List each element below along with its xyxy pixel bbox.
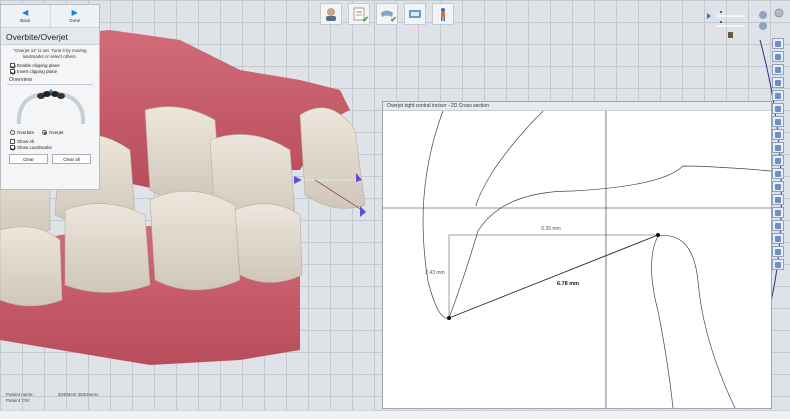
done-label: Done — [69, 18, 81, 23]
diagonal-measure-line — [448, 234, 659, 319]
horizontal-distance-label: 6.35 mm — [541, 226, 560, 232]
view-left-icon — [775, 66, 781, 73]
measure-button[interactable] — [772, 220, 784, 231]
settings-button[interactable] — [772, 259, 784, 270]
checkbox-box[interactable] — [10, 62, 15, 68]
patient-id-label: Patient 'ON' — [6, 398, 30, 403]
patient-name-value: 3DEMent 3DEDemo — [57, 392, 99, 397]
view-bottom-button[interactable] — [772, 103, 784, 114]
view-top-icon — [775, 92, 781, 99]
done-arrow-icon: ▶ — [71, 8, 78, 17]
check-icon: ✔ — [390, 15, 397, 24]
view-right-icon — [775, 79, 781, 86]
tooth-button[interactable] — [772, 142, 784, 153]
transparency-icon — [775, 131, 781, 138]
upper-jaw-icon — [775, 170, 781, 177]
nav-row: ◀ Back ▶ Done — [1, 5, 99, 27]
overview-heading: Overview — [9, 77, 32, 83]
radio-dot[interactable] — [10, 130, 15, 135]
tool-panel: ◀ Back ▶ Done Overbite/Overjet "Overjet … — [0, 4, 100, 190]
check-icon: ✔ — [362, 15, 369, 24]
lower-incisor-inner — [651, 235, 674, 408]
view-right-button[interactable] — [772, 77, 784, 88]
view-iso-button[interactable] — [772, 116, 784, 127]
back-button[interactable]: ◀ Back — [1, 5, 51, 27]
camera-button[interactable] — [772, 207, 784, 218]
lower-jaw-icon — [775, 183, 781, 190]
bite-check-icon — [409, 10, 421, 18]
back-label: Back — [20, 18, 31, 23]
upper-incisor-contour — [475, 111, 544, 207]
checkbox-box[interactable] — [10, 144, 15, 150]
dental-arch-icon — [16, 89, 86, 125]
figure-tool-button[interactable] — [432, 3, 454, 25]
overjet-label: Overjet — [49, 130, 64, 135]
analysis-tool-button[interactable] — [404, 3, 426, 25]
scan-tool-button[interactable]: ✔ — [376, 3, 398, 25]
vertical-distance-label: 2.43 mm — [425, 270, 444, 276]
status-row: Patient 'ON' — [6, 398, 376, 404]
overbite-radio[interactable]: Overbite — [10, 130, 34, 135]
view-iso-icon — [775, 118, 781, 125]
measure-icon — [775, 222, 781, 229]
clear-all-button[interactable]: Clear all — [52, 154, 91, 164]
landmark-point[interactable] — [447, 316, 451, 320]
color-button[interactable] — [772, 155, 784, 166]
upper-jaw-button[interactable] — [772, 168, 784, 179]
arch-overview[interactable] — [11, 88, 89, 126]
checkbox-box[interactable] — [10, 68, 15, 74]
workflow-toolbar: ✔ ✔ — [320, 3, 454, 25]
enable-clipping-label: Enable clipping plane — [17, 62, 60, 68]
checkbox-box[interactable] — [10, 138, 15, 144]
patient-status: Patient name: 3DEMent 3DEDemo Patient 'O… — [0, 388, 382, 410]
back-arrow-icon: ◀ — [22, 8, 29, 17]
cross-section-title: Overjet right central incisor - 2D Cross… — [383, 102, 771, 111]
overbite-label: Overbite — [17, 130, 35, 135]
cross-section-plot[interactable]: 6.35 mm 2.43 mm 6.78 mm — [383, 111, 771, 408]
panel-title: Overbite/Overjet — [1, 27, 99, 45]
show-all-label: Show All — [17, 138, 35, 144]
zoom-icon — [775, 196, 781, 203]
divider — [7, 84, 93, 85]
view-left-button[interactable] — [772, 64, 784, 75]
cross-section-window[interactable]: Overjet right central incisor - 2D Cross… — [382, 101, 772, 409]
landmark-point[interactable] — [656, 233, 660, 237]
view-front-icon — [775, 40, 781, 47]
overjet-radio[interactable]: Overjet — [42, 130, 64, 135]
bottom-status-bar — [0, 410, 790, 419]
done-button[interactable]: ▶ Done — [50, 5, 99, 27]
rotate-icon — [775, 235, 781, 242]
reset-icon — [775, 248, 781, 255]
invert-clipping-label: Invert clipping plane — [17, 68, 58, 74]
tooth-icon — [775, 144, 781, 151]
clear-button[interactable]: Clear — [9, 154, 48, 164]
prescription-tool-button[interactable]: ✔ — [348, 3, 370, 25]
camera-icon — [775, 209, 781, 216]
diagonal-distance-label: 6.78 mm — [557, 281, 579, 287]
rotate-button[interactable] — [772, 233, 784, 244]
view-bottom-icon — [775, 105, 781, 112]
reset-button[interactable] — [772, 246, 784, 257]
zoom-button[interactable] — [772, 194, 784, 205]
view-top-button[interactable] — [772, 90, 784, 101]
view-back-icon — [775, 53, 781, 60]
panel-buttons: Clear Clear all — [1, 150, 99, 164]
figure-icon — [441, 8, 445, 21]
transparency-button[interactable] — [772, 129, 784, 140]
lower-jaw-button[interactable] — [772, 181, 784, 192]
mode-radio-group: Overbite Overjet — [1, 129, 99, 136]
gear-icon — [775, 261, 781, 268]
view-toolbar — [772, 38, 786, 270]
patient-tool-button[interactable] — [320, 3, 342, 25]
show-landmarks-label: Show Landmarks — [17, 144, 52, 150]
patient-icon — [326, 8, 336, 21]
upper-tooth-contour — [422, 111, 771, 319]
radio-dot[interactable] — [42, 130, 48, 135]
color-icon — [775, 157, 781, 164]
view-back-button[interactable] — [772, 51, 784, 62]
view-front-button[interactable] — [772, 38, 784, 49]
info-text: "Overjet 11" is set. Tune it by moving l… — [13, 48, 87, 59]
